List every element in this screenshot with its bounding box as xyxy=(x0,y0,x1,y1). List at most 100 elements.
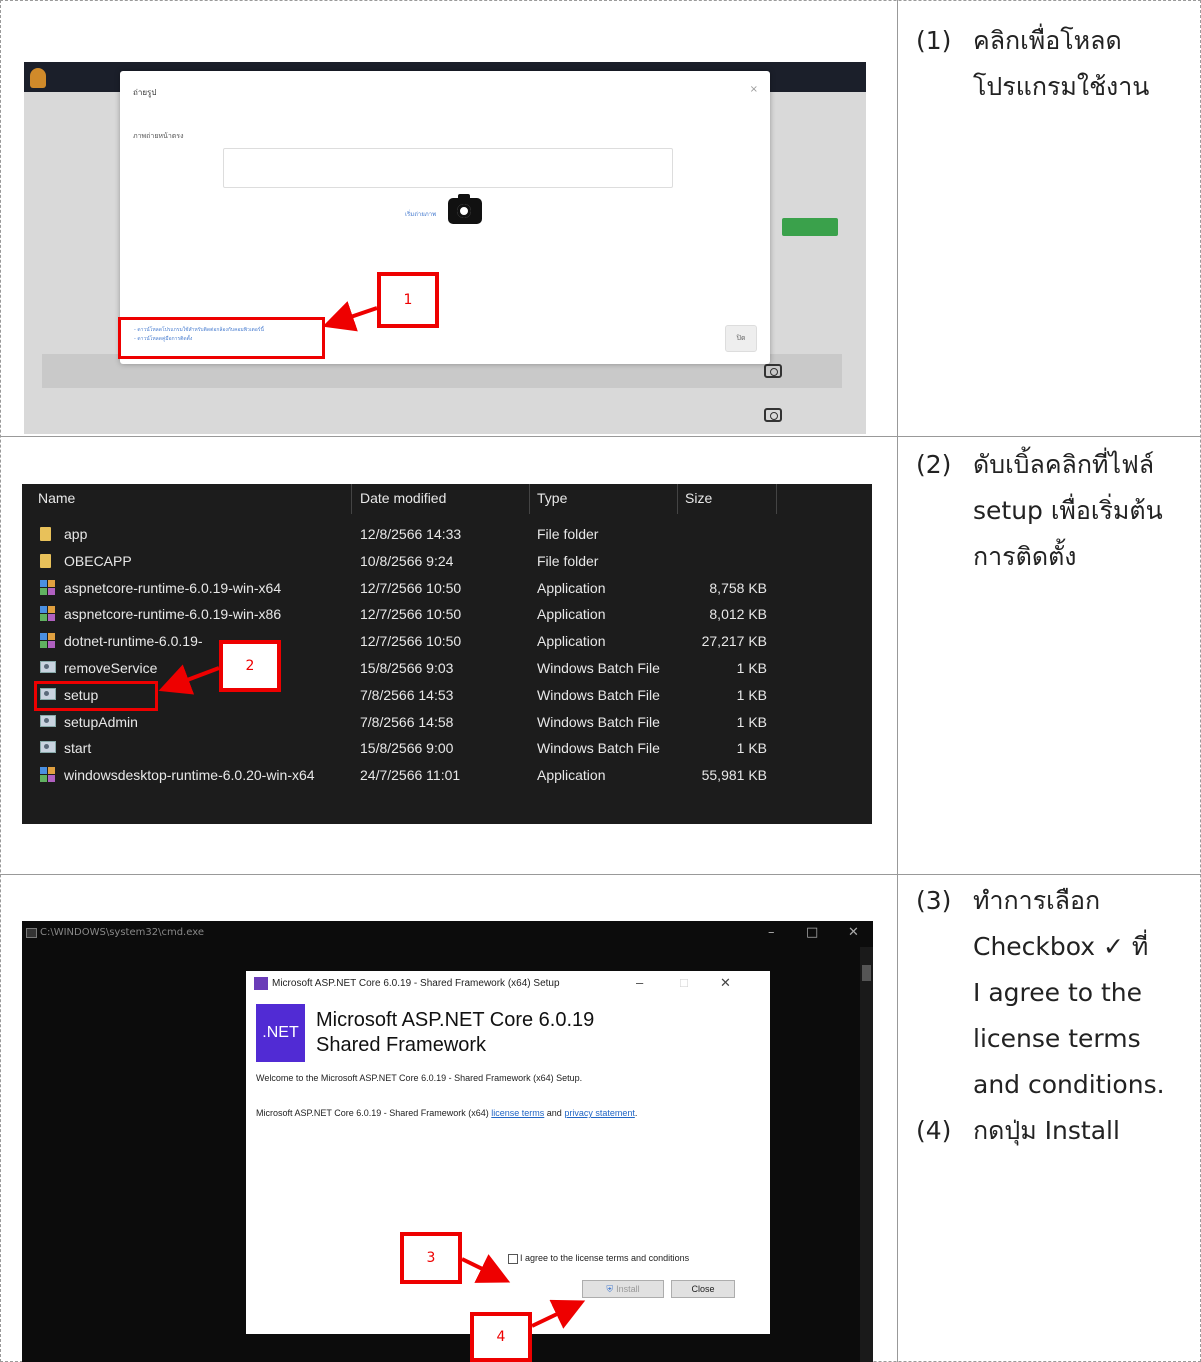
minimize-icon[interactable]: – xyxy=(768,925,775,940)
file-type: Windows Batch File xyxy=(537,660,660,676)
privacy-statement-link[interactable]: privacy statement xyxy=(564,1108,635,1118)
file-date: 24/7/2566 11:01 xyxy=(360,767,461,784)
add-button[interactable] xyxy=(782,218,838,236)
file-row[interactable]: aspnetcore-runtime-6.0.19-win-x64 12/7/25… xyxy=(22,576,872,603)
file-type: File folder xyxy=(537,526,599,542)
folder-icon xyxy=(40,527,51,541)
file-name: app xyxy=(64,526,88,542)
file-size: 1 KB xyxy=(736,713,767,730)
file-type: Application xyxy=(537,606,606,623)
photo-field[interactable] xyxy=(223,148,673,188)
header-name[interactable]: Name xyxy=(38,490,75,506)
cmd-window: C:\WINDOWS\system32\cmd.exe – □ ✕ Micros… xyxy=(22,921,873,1362)
shield-icon: ⛨ xyxy=(606,1283,614,1294)
maximize-icon: □ xyxy=(680,975,688,990)
file-row[interactable]: setupAdmin 7/8/2566 14:58 Windows Batch Fi… xyxy=(22,710,872,737)
file-name: dotnet-runtime-6.0.19- xyxy=(64,633,203,650)
file-row[interactable]: start 15/8/2566 9:00 Windows Batch File 1 K… xyxy=(22,736,872,763)
file-row[interactable]: dotnet-runtime-6.0.19- 12/7/2566 10:50 App… xyxy=(22,629,872,656)
step-1-text: (1) คลิกเพื่อโหลด โปรแกรมใช้งาน xyxy=(916,18,1149,110)
file-size: 55,981 KB xyxy=(701,767,767,784)
modal-close-button[interactable]: ปิด xyxy=(725,325,757,352)
batch-file-icon xyxy=(40,661,56,673)
header-type[interactable]: Type xyxy=(537,490,567,506)
file-date: 12/8/2566 14:33 xyxy=(360,526,462,542)
close-icon[interactable]: × xyxy=(750,84,758,95)
close-button[interactable]: Close xyxy=(671,1280,735,1298)
file-type: Windows Batch File xyxy=(537,713,660,730)
file-type: Application xyxy=(537,767,606,784)
file-name: aspnetcore-runtime-6.0.19-win-x64 xyxy=(64,579,282,596)
agree-checkbox[interactable] xyxy=(508,1254,518,1264)
column-headers: Name Date modified Type Size xyxy=(22,484,872,514)
file-size: 8,012 KB xyxy=(709,606,767,623)
scrollbar[interactable] xyxy=(860,947,873,1362)
start-capture-link[interactable]: เริ่มถ่ายภาพ xyxy=(405,209,436,219)
maximize-icon[interactable]: □ xyxy=(806,925,818,940)
web-app-screenshot: ถ่ายรูป × ภาพถ่ายหน้าตรง เริ่มถ่ายภาพ - … xyxy=(24,62,866,434)
highlight-setup xyxy=(34,681,158,711)
file-name: start xyxy=(64,740,92,757)
close-icon[interactable]: ✕ xyxy=(720,975,731,991)
file-row[interactable]: removeService 15/8/2566 9:03 Windows Batch… xyxy=(22,656,872,683)
header-size[interactable]: Size xyxy=(685,490,712,506)
step-2-text: (2) ดับเบิ้ลคลิกที่ไฟล์ setup เพื่อเริ่มต… xyxy=(916,442,1163,580)
agree-label[interactable]: I agree to the license terms and conditi… xyxy=(520,1253,689,1263)
file-size: 27,217 KB xyxy=(701,633,767,650)
file-row[interactable]: windowsdesktop-runtime-6.0.20-win-x64 24/… xyxy=(22,763,872,790)
file-type: Application xyxy=(537,579,606,596)
cmd-icon xyxy=(26,928,37,938)
step-2-number: (2) xyxy=(916,450,952,479)
terms-text: Microsoft ASP.NET Core 6.0.19 - Shared F… xyxy=(256,1108,637,1118)
license-terms-link[interactable]: license terms xyxy=(491,1108,544,1118)
file-row[interactable]: app 12/8/2566 14:33 File folder xyxy=(22,522,872,549)
step-3-description: ทำการเลือก Checkbox ✓ ที่ I agree to the… xyxy=(973,886,1165,1099)
heading-line-2: Shared Framework xyxy=(316,1034,487,1056)
row-divider-1 xyxy=(0,436,1201,437)
camera-icon[interactable] xyxy=(764,408,782,422)
callout-2: 2 xyxy=(219,640,281,692)
file-date: 12/7/2566 10:50 xyxy=(360,633,462,650)
file-date: 10/8/2566 9:24 xyxy=(360,552,454,569)
dotnet-logo: .NET xyxy=(256,1004,305,1062)
file-type: Windows Batch File xyxy=(537,686,660,703)
file-size: 1 KB xyxy=(736,740,767,757)
cmd-titlebar: C:\WINDOWS\system32\cmd.exe – □ ✕ xyxy=(22,921,873,947)
camera-icon[interactable] xyxy=(448,194,482,224)
batch-file-icon xyxy=(40,741,56,754)
step-3-4-text: (3) ทำการเลือก Checkbox ✓ ที่ I agree to … xyxy=(916,878,1165,1154)
close-icon[interactable]: ✕ xyxy=(848,925,859,940)
file-name: OBECAPP xyxy=(64,552,132,569)
callout-3: 3 xyxy=(400,1232,462,1284)
heading-line-1: Microsoft ASP.NET Core 6.0.19 xyxy=(316,1009,595,1031)
install-button[interactable]: ⛨ Install xyxy=(582,1280,664,1298)
file-date: 7/8/2566 14:53 xyxy=(360,686,454,703)
application-icon xyxy=(40,579,56,596)
installer-heading: Microsoft ASP.NET Core 6.0.19 Shared Fra… xyxy=(316,1008,594,1058)
cmd-title: C:\WINDOWS\system32\cmd.exe xyxy=(40,927,204,938)
file-name: removeService xyxy=(64,660,158,676)
camera-icon[interactable] xyxy=(764,364,782,378)
minimize-icon[interactable]: – xyxy=(636,975,643,990)
step-4-description: กดปุ่ม Install xyxy=(973,1116,1120,1145)
installer-title: Microsoft ASP.NET Core 6.0.19 - Shared F… xyxy=(272,978,560,989)
file-type: File folder xyxy=(537,552,599,569)
application-icon xyxy=(40,606,56,622)
folder-icon xyxy=(40,553,51,568)
terms-prefix: Microsoft ASP.NET Core 6.0.19 - Shared F… xyxy=(256,1108,492,1118)
installer-icon xyxy=(254,977,268,990)
file-date: 15/8/2566 9:03 xyxy=(360,660,454,676)
file-size: 1 KB xyxy=(736,660,767,676)
callout-1: 1 xyxy=(377,272,439,328)
file-explorer: Name Date modified Type Size app 12/8/256… xyxy=(22,484,872,824)
header-date[interactable]: Date modified xyxy=(360,490,446,506)
file-date: 15/8/2566 9:00 xyxy=(360,740,454,757)
file-row[interactable]: aspnetcore-runtime-6.0.19-win-x86 12/7/25… xyxy=(22,602,872,629)
file-name: windowsdesktop-runtime-6.0.20-win-x64 xyxy=(64,767,315,784)
application-icon xyxy=(40,633,56,649)
step-3-number: (3) xyxy=(916,886,952,915)
file-date: 12/7/2566 10:50 xyxy=(360,579,462,596)
file-date: 12/7/2566 10:50 xyxy=(360,606,462,623)
row-divider-2 xyxy=(0,874,1201,875)
file-row[interactable]: OBECAPP 10/8/2566 9:24 File folder xyxy=(22,549,872,576)
